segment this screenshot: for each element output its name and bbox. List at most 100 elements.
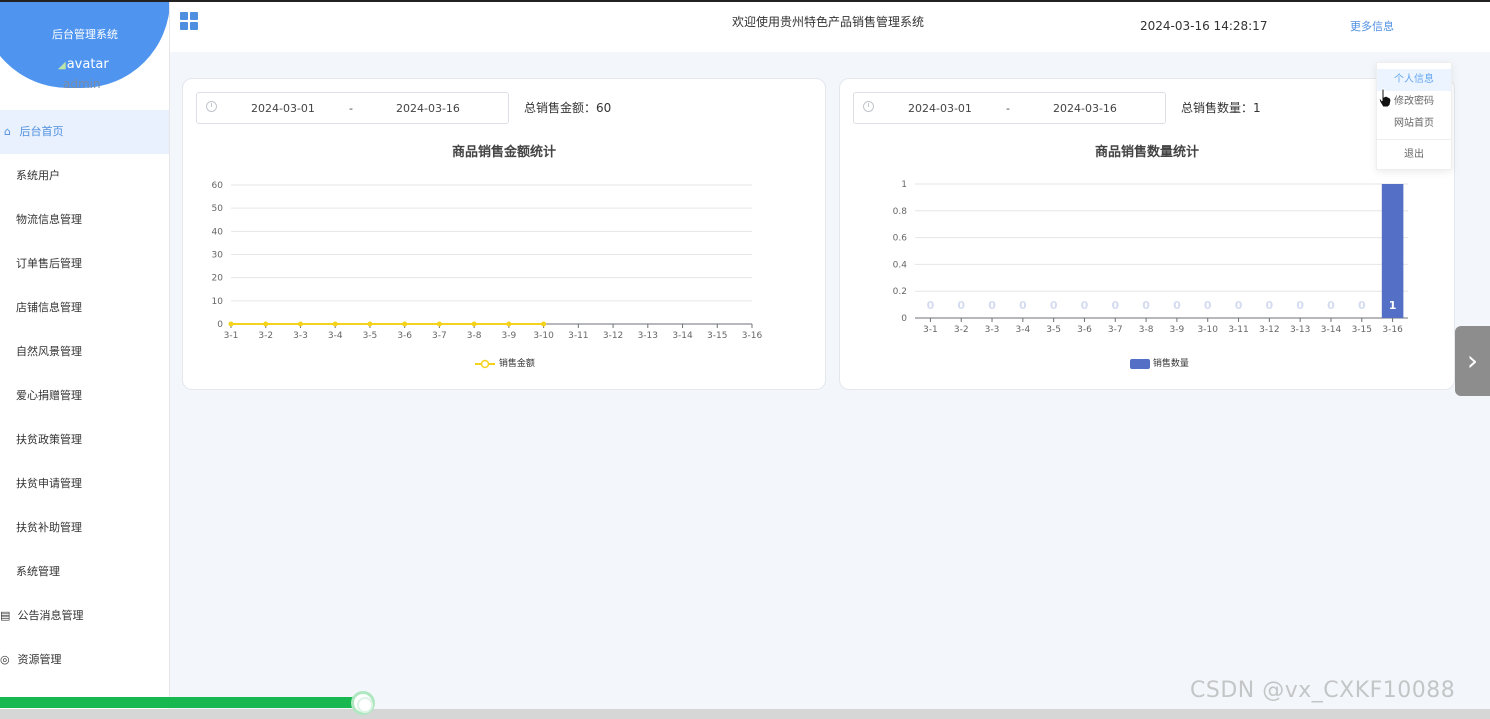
x-tick-label: 3-10 [533, 331, 554, 341]
data-point [402, 321, 408, 327]
brand-header: 后台管理系统 [0, 0, 169, 88]
bar-value-label: 0 [1358, 299, 1366, 312]
bar-value-label: 1 [1389, 299, 1397, 312]
data-point [332, 321, 338, 327]
welcome-text: 欢迎使用贵州特色产品销售管理系统 [732, 15, 925, 29]
chart-legend[interactable]: 销售金额 [474, 356, 535, 369]
sidebar-item-donations[interactable]: 爱心捐赠管理 [0, 374, 169, 418]
chart-legend[interactable]: 销售数量 [1130, 356, 1189, 369]
menu-toggle-icon[interactable] [180, 12, 198, 30]
x-tick-label: 3-7 [432, 331, 447, 341]
legend-label: 销售数量 [1152, 359, 1189, 369]
avatar[interactable]: ◢avatar [58, 57, 109, 72]
video-progress-bar[interactable] [0, 697, 362, 708]
y-tick-label: 50 [212, 204, 224, 214]
bar-value-label: 0 [1081, 299, 1089, 312]
bar-value-label: 0 [1235, 299, 1243, 312]
y-tick-label: 1 [901, 180, 907, 190]
bar-value-label: 0 [1142, 299, 1150, 312]
watermark: CSDN @vx_CXKF10088 [1190, 678, 1456, 703]
y-tick-label: 30 [212, 251, 224, 261]
bar-value-label: 0 [1019, 299, 1027, 312]
user-dropdown-menu: 个人信息 修改密码 网站首页 退出 [1376, 62, 1452, 170]
data-point [367, 321, 373, 327]
dropdown-item-website-home[interactable]: 网站首页 [1377, 113, 1451, 135]
sidebar-item-label: 自然风景管理 [16, 345, 82, 358]
sidebar-item-shops[interactable]: 店铺信息管理 [0, 286, 169, 330]
y-tick-label: 0.4 [893, 260, 908, 270]
sidebar-item-label: 扶贫政策管理 [16, 433, 82, 446]
x-tick-label: 3-5 [1046, 325, 1061, 335]
bar-value-label: 0 [927, 299, 935, 312]
bar-value-label: 0 [957, 299, 965, 312]
username: admin [63, 77, 101, 91]
bar-value-label: 0 [1327, 299, 1335, 312]
progress-handle[interactable] [351, 691, 375, 715]
x-tick-label: 3-3 [985, 325, 1000, 335]
x-tick-label: 3-16 [1382, 325, 1403, 335]
sidebar-item-label: 后台首页 [19, 125, 64, 138]
x-tick-label: 3-2 [954, 325, 969, 335]
hand-cursor-icon [1378, 88, 1392, 108]
legend-line-icon [475, 359, 495, 368]
x-tick-label: 3-9 [1170, 325, 1185, 335]
bar-value-label: 0 [1111, 299, 1119, 312]
broken-image-icon: ◢ [58, 60, 66, 71]
dropdown-item-logout[interactable]: 退出 [1377, 144, 1451, 166]
sidebar-item-notices[interactable]: ▤ 公告消息管理 [0, 594, 169, 638]
sidebar-item-resources[interactable]: ◎ 资源管理 [0, 638, 169, 682]
y-tick-label: 20 [212, 274, 224, 284]
bar-value-label: 0 [1266, 299, 1274, 312]
sidebar-item-logistics[interactable]: 物流信息管理 [0, 198, 169, 242]
x-tick-label: 3-7 [1108, 325, 1123, 335]
x-tick-label: 3-16 [742, 331, 763, 341]
sidebar-item-poverty-subsidy[interactable]: 扶贫补助管理 [0, 506, 169, 550]
sidebar-item-label: 扶贫申请管理 [16, 477, 82, 490]
sidebar-item-poverty-application[interactable]: 扶贫申请管理 [0, 462, 169, 506]
x-tick-label: 3-12 [1259, 325, 1279, 335]
y-tick-label: 0.6 [893, 234, 908, 244]
x-tick-label: 3-8 [467, 331, 482, 341]
chat-icon: ◎ [0, 653, 10, 666]
bottom-scrollbar[interactable] [0, 709, 1490, 719]
sidebar-item-label: 系统用户 [16, 169, 60, 182]
more-info-link[interactable]: 更多信息 [1350, 18, 1394, 34]
notice-icon: ▤ [0, 609, 11, 622]
x-tick-label: 3-11 [568, 331, 588, 341]
sidebar-item-label: 订单售后管理 [16, 257, 82, 270]
x-tick-label: 3-15 [1352, 325, 1372, 335]
next-page-arrow-icon[interactable]: › [1455, 326, 1490, 396]
x-tick-label: 3-1 [923, 325, 938, 335]
sidebar-item-home[interactable]: ⌂ 后台首页 [0, 110, 169, 154]
sidebar-item-poverty-policy[interactable]: 扶贫政策管理 [0, 418, 169, 462]
sidebar-item-after-sales[interactable]: 订单售后管理 [0, 242, 169, 286]
legend-label: 销售金额 [498, 359, 535, 369]
avatar-alt-text: avatar [66, 57, 109, 72]
sidebar-item-label: 爱心捐赠管理 [16, 389, 82, 402]
top-border [0, 0, 1490, 2]
sales-count-card: 2024-03-01 - 2024-03-16 总销售数量：1 商品销售数量统计… [839, 78, 1455, 390]
x-tick-label: 3-4 [1015, 325, 1030, 335]
data-point [297, 321, 303, 327]
x-tick-label: 3-14 [1321, 325, 1342, 335]
dropdown-divider [1377, 139, 1451, 140]
sidebar-item-system-management[interactable]: 系统管理 [0, 550, 169, 594]
x-tick-label: 3-1 [224, 331, 239, 341]
x-tick-label: 3-2 [258, 331, 273, 341]
data-point [471, 321, 477, 327]
sales-amount-line-chart: 0 10 20 30 40 50 60 3-1 3-2 3-3 3-4 3-5 3-6 3-7 3-8 3-9… [212, 181, 763, 341]
x-tick-label: 3-6 [397, 331, 412, 341]
sidebar-item-scenery[interactable]: 自然风景管理 [0, 330, 169, 374]
sidebar-item-system-users[interactable]: 系统用户 [0, 154, 169, 198]
x-tick-label: 3-6 [1077, 325, 1092, 335]
bar-value-label: 0 [1050, 299, 1058, 312]
data-point [263, 321, 269, 327]
x-tick-label: 3-5 [363, 331, 378, 341]
home-icon: ⌂ [4, 125, 11, 138]
data-point [541, 321, 547, 327]
current-datetime: 2024-03-16 14:28:17 [1140, 19, 1268, 33]
sidebar: 后台管理系统 ◢avatar admin ⌂ 后台首页 系统用户 物流信息管理 … [0, 0, 170, 719]
x-tick-label: 3-13 [638, 331, 658, 341]
legend-bar-icon [1130, 358, 1150, 369]
x-tick-label: 3-14 [672, 331, 693, 341]
